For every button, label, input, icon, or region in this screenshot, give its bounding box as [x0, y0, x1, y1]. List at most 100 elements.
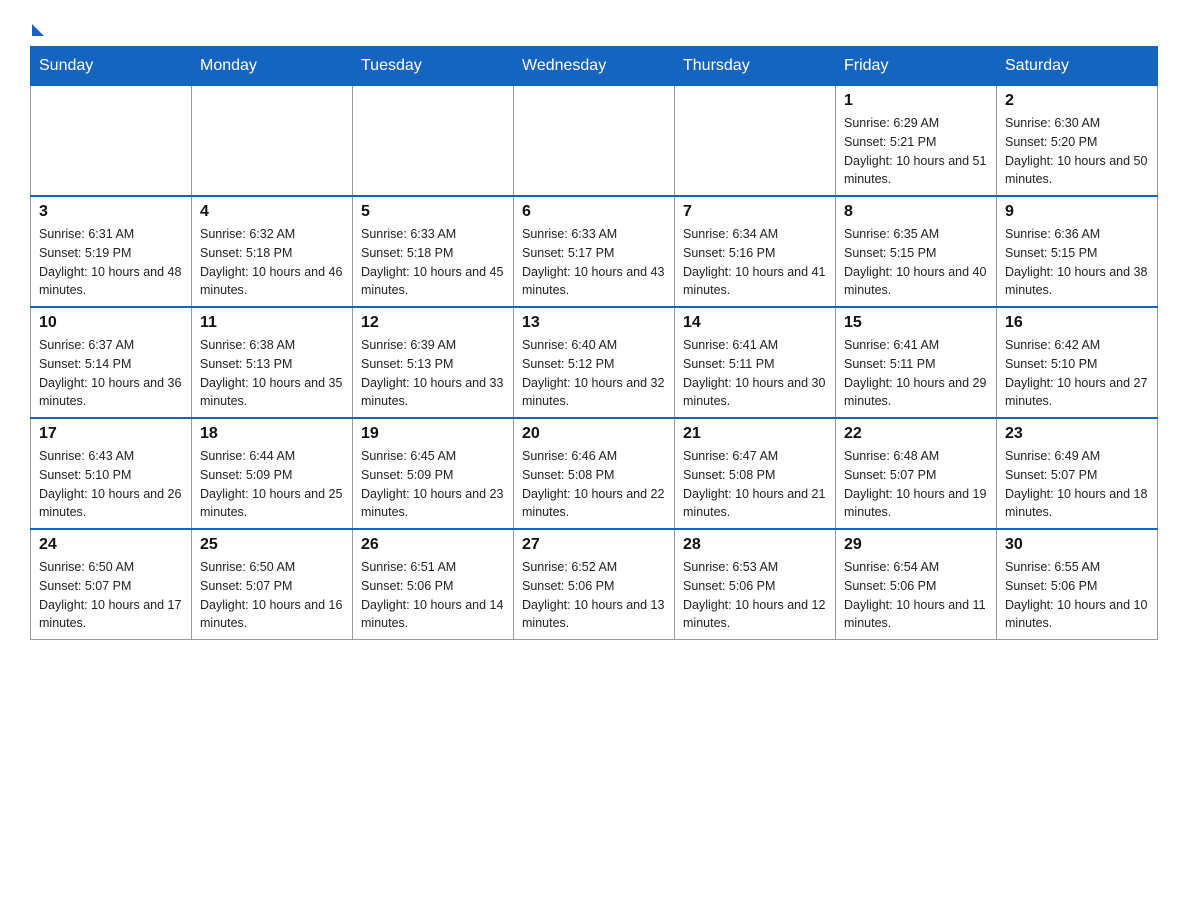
weekday-header-wednesday: Wednesday — [514, 47, 675, 86]
calendar-cell: 27Sunrise: 6:52 AMSunset: 5:06 PMDayligh… — [514, 529, 675, 640]
day-number: 3 — [39, 203, 183, 221]
calendar-cell: 22 Sunrise: 6:48 AMSunset: 5:07 PMDayligh… — [836, 418, 997, 529]
calendar-cell: 6Sunrise: 6:33 AMSunset: 5:17 PMDaylight… — [514, 196, 675, 307]
calendar-cell: 7Sunrise: 6:34 AMSunset: 5:16 PMDaylight… — [675, 196, 836, 307]
day-number: 9 — [1005, 203, 1149, 221]
day-info: Sunrise: 6:35 AMSunset: 5:15 PMDaylight:… — [844, 225, 988, 300]
day-info: Sunrise: 6:41 AMSunset: 5:11 PMDaylight:… — [844, 336, 988, 411]
weekday-header-friday: Friday — [836, 47, 997, 86]
calendar-cell: 21 Sunrise: 6:47 AMSunset: 5:08 PMDayligh… — [675, 418, 836, 529]
calendar-cell: 26 Sunrise: 6:51 AMSunset: 5:06 PMDayligh… — [353, 529, 514, 640]
day-number: 15 — [844, 314, 988, 332]
day-number: 10 — [39, 314, 183, 332]
calendar-cell: 23 Sunrise: 6:49 AMSunset: 5:07 PMDayligh… — [997, 418, 1158, 529]
day-number: 28 — [683, 536, 827, 554]
calendar-cell: 4 Sunrise: 6:32 AMSunset: 5:18 PMDaylight… — [192, 196, 353, 307]
day-info: Sunrise: 6:29 AMSunset: 5:21 PMDaylight:… — [844, 114, 988, 189]
day-number: 22 — [844, 425, 988, 443]
day-number: 20 — [522, 425, 666, 443]
calendar-cell: 30 Sunrise: 6:55 AMSunset: 5:06 PMDayligh… — [997, 529, 1158, 640]
day-info: Sunrise: 6:45 AMSunset: 5:09 PMDaylight:… — [361, 447, 505, 522]
day-info: Sunrise: 6:48 AMSunset: 5:07 PMDaylight:… — [844, 447, 988, 522]
day-number: 25 — [200, 536, 344, 554]
day-info: Sunrise: 6:38 AMSunset: 5:13 PMDaylight:… — [200, 336, 344, 411]
calendar-cell: 29 Sunrise: 6:54 AMSunset: 5:06 PMDayligh… — [836, 529, 997, 640]
calendar-cell — [675, 86, 836, 197]
day-number: 29 — [844, 536, 988, 554]
weekday-header-saturday: Saturday — [997, 47, 1158, 86]
day-number: 11 — [200, 314, 344, 332]
calendar-cell: 20 Sunrise: 6:46 AMSunset: 5:08 PMDayligh… — [514, 418, 675, 529]
calendar-week-row: 24 Sunrise: 6:50 AMSunset: 5:07 PMDayligh… — [31, 529, 1158, 640]
calendar-cell: 1Sunrise: 6:29 AMSunset: 5:21 PMDaylight… — [836, 86, 997, 197]
calendar-cell: 28 Sunrise: 6:53 AMSunset: 5:06 PMDayligh… — [675, 529, 836, 640]
day-info: Sunrise: 6:54 AMSunset: 5:06 PMDaylight:… — [844, 558, 988, 633]
day-info: Sunrise: 6:42 AMSunset: 5:10 PMDaylight:… — [1005, 336, 1149, 411]
day-number: 16 — [1005, 314, 1149, 332]
calendar-cell: 16 Sunrise: 6:42 AMSunset: 5:10 PMDayligh… — [997, 307, 1158, 418]
logo-arrow-icon — [32, 24, 44, 36]
day-info: Sunrise: 6:46 AMSunset: 5:08 PMDaylight:… — [522, 447, 666, 522]
day-number: 8 — [844, 203, 988, 221]
day-info: Sunrise: 6:32 AMSunset: 5:18 PMDaylight:… — [200, 225, 344, 300]
calendar-cell: 8 Sunrise: 6:35 AMSunset: 5:15 PMDaylight… — [836, 196, 997, 307]
logo — [30, 20, 44, 36]
calendar-week-row: 10 Sunrise: 6:37 AMSunset: 5:14 PMDayligh… — [31, 307, 1158, 418]
calendar-cell — [31, 86, 192, 197]
day-number: 5 — [361, 203, 505, 221]
day-info: Sunrise: 6:51 AMSunset: 5:06 PMDaylight:… — [361, 558, 505, 633]
day-info: Sunrise: 6:40 AMSunset: 5:12 PMDaylight:… — [522, 336, 666, 411]
day-number: 6 — [522, 203, 666, 221]
day-number: 13 — [522, 314, 666, 332]
day-info: Sunrise: 6:50 AMSunset: 5:07 PMDaylight:… — [200, 558, 344, 633]
day-number: 24 — [39, 536, 183, 554]
weekday-header-thursday: Thursday — [675, 47, 836, 86]
calendar-week-row: 1Sunrise: 6:29 AMSunset: 5:21 PMDaylight… — [31, 86, 1158, 197]
weekday-header-sunday: Sunday — [31, 47, 192, 86]
day-number: 7 — [683, 203, 827, 221]
calendar-cell — [192, 86, 353, 197]
calendar-cell: 13 Sunrise: 6:40 AMSunset: 5:12 PMDayligh… — [514, 307, 675, 418]
day-info: Sunrise: 6:37 AMSunset: 5:14 PMDaylight:… — [39, 336, 183, 411]
day-info: Sunrise: 6:49 AMSunset: 5:07 PMDaylight:… — [1005, 447, 1149, 522]
calendar-cell: 10 Sunrise: 6:37 AMSunset: 5:14 PMDayligh… — [31, 307, 192, 418]
day-info: Sunrise: 6:44 AMSunset: 5:09 PMDaylight:… — [200, 447, 344, 522]
day-info: Sunrise: 6:36 AMSunset: 5:15 PMDaylight:… — [1005, 225, 1149, 300]
day-info: Sunrise: 6:47 AMSunset: 5:08 PMDaylight:… — [683, 447, 827, 522]
day-number: 30 — [1005, 536, 1149, 554]
day-info: Sunrise: 6:55 AMSunset: 5:06 PMDaylight:… — [1005, 558, 1149, 633]
calendar-week-row: 3 Sunrise: 6:31 AMSunset: 5:19 PMDaylight… — [31, 196, 1158, 307]
day-info: Sunrise: 6:50 AMSunset: 5:07 PMDaylight:… — [39, 558, 183, 633]
calendar-cell: 18Sunrise: 6:44 AMSunset: 5:09 PMDayligh… — [192, 418, 353, 529]
calendar-cell: 25 Sunrise: 6:50 AMSunset: 5:07 PMDayligh… — [192, 529, 353, 640]
calendar-cell: 2Sunrise: 6:30 AMSunset: 5:20 PMDaylight… — [997, 86, 1158, 197]
day-number: 19 — [361, 425, 505, 443]
weekday-header-monday: Monday — [192, 47, 353, 86]
day-number: 17 — [39, 425, 183, 443]
day-info: Sunrise: 6:52 AMSunset: 5:06 PMDaylight:… — [522, 558, 666, 633]
calendar-cell: 5Sunrise: 6:33 AMSunset: 5:18 PMDaylight… — [353, 196, 514, 307]
calendar-cell: 14 Sunrise: 6:41 AMSunset: 5:11 PMDayligh… — [675, 307, 836, 418]
calendar-cell: 19 Sunrise: 6:45 AMSunset: 5:09 PMDayligh… — [353, 418, 514, 529]
calendar-cell: 9 Sunrise: 6:36 AMSunset: 5:15 PMDaylight… — [997, 196, 1158, 307]
day-info: Sunrise: 6:39 AMSunset: 5:13 PMDaylight:… — [361, 336, 505, 411]
day-number: 14 — [683, 314, 827, 332]
weekday-header-tuesday: Tuesday — [353, 47, 514, 86]
day-info: Sunrise: 6:41 AMSunset: 5:11 PMDaylight:… — [683, 336, 827, 411]
day-number: 4 — [200, 203, 344, 221]
calendar-table: SundayMondayTuesdayWednesdayThursdayFrid… — [30, 46, 1158, 640]
weekday-header-row: SundayMondayTuesdayWednesdayThursdayFrid… — [31, 47, 1158, 86]
day-number: 26 — [361, 536, 505, 554]
day-number: 21 — [683, 425, 827, 443]
day-number: 23 — [1005, 425, 1149, 443]
page-header — [30, 20, 1158, 36]
calendar-cell — [353, 86, 514, 197]
calendar-week-row: 17 Sunrise: 6:43 AMSunset: 5:10 PMDayligh… — [31, 418, 1158, 529]
day-info: Sunrise: 6:53 AMSunset: 5:06 PMDaylight:… — [683, 558, 827, 633]
calendar-cell: 12 Sunrise: 6:39 AMSunset: 5:13 PMDayligh… — [353, 307, 514, 418]
day-number: 12 — [361, 314, 505, 332]
calendar-cell: 3 Sunrise: 6:31 AMSunset: 5:19 PMDaylight… — [31, 196, 192, 307]
day-info: Sunrise: 6:31 AMSunset: 5:19 PMDaylight:… — [39, 225, 183, 300]
calendar-cell: 11 Sunrise: 6:38 AMSunset: 5:13 PMDayligh… — [192, 307, 353, 418]
day-info: Sunrise: 6:43 AMSunset: 5:10 PMDaylight:… — [39, 447, 183, 522]
